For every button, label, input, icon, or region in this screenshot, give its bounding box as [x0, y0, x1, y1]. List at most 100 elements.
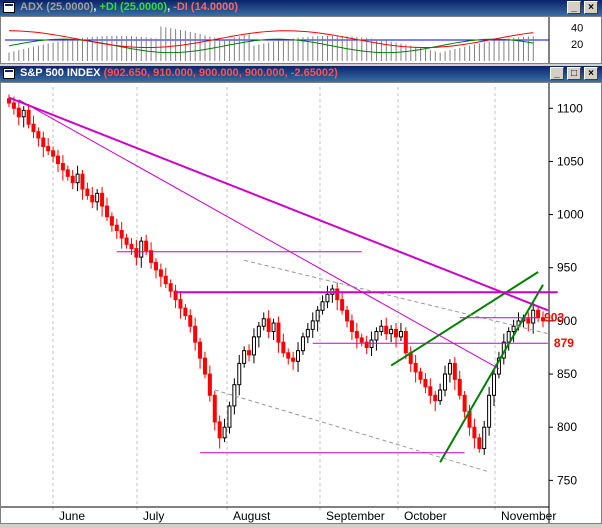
candle-body: [16, 107, 21, 118]
candle-body: [354, 331, 359, 339]
candle-body: [100, 192, 105, 207]
x-tick-label: June: [59, 509, 85, 523]
candle-body: [251, 336, 256, 356]
x-tick-label: August: [233, 509, 271, 523]
candle-body: [168, 283, 173, 292]
candle-body: [26, 109, 31, 125]
candle-body: [457, 378, 462, 396]
candle-body: [291, 357, 296, 362]
candle-body: [335, 288, 340, 301]
close-button[interactable]: ×: [584, 67, 598, 80]
trendline-wedge-upper: [390, 271, 539, 367]
candle-body: [315, 309, 320, 322]
candle-body: [482, 426, 487, 449]
channel-line: [244, 259, 549, 335]
candle-body: [492, 373, 497, 396]
indicator-tick-label: 20: [571, 39, 583, 51]
y-tick-label: 750: [557, 473, 577, 487]
candle-body: [374, 331, 379, 341]
candle-body: [261, 318, 266, 327]
candle-body: [296, 350, 301, 362]
candle-body: [526, 318, 531, 324]
candle-body: [389, 328, 394, 335]
candle-body: [340, 299, 345, 311]
candle-body: [119, 230, 124, 239]
candle-body: [183, 307, 188, 317]
chart-window-titlebar[interactable]: S&P 500 INDEX (902.650, 910.000, 900.000…: [0, 66, 602, 82]
candle-body: [149, 250, 154, 263]
candle-body: [114, 224, 119, 232]
candle-body: [51, 150, 56, 157]
key-level-label: 879: [554, 336, 574, 350]
window-icon: [3, 68, 15, 79]
restore-button[interactable]: □: [567, 67, 581, 80]
candle-body: [487, 394, 492, 428]
candle-body: [21, 109, 26, 118]
candle-body: [198, 341, 203, 359]
candle-body: [227, 405, 232, 428]
y-tick-label: 1100: [557, 101, 583, 115]
indicator-window-titlebar[interactable]: ADX (25.0000), +DI (25.0000), -DI (14.00…: [0, 0, 602, 16]
candle-body: [462, 394, 467, 412]
candle-body: [345, 309, 350, 322]
symbol-title: S&P 500 INDEX: [20, 67, 101, 79]
candle-body: [95, 192, 100, 203]
candle-body: [477, 437, 482, 449]
candle-body: [266, 318, 271, 333]
x-tick-label: November: [501, 509, 556, 523]
candle-body: [202, 357, 207, 375]
candle-body: [55, 155, 60, 165]
trendline-downtrend: [8, 96, 549, 312]
candle-body: [153, 261, 158, 271]
candle-body: [109, 216, 114, 226]
candle-body: [188, 315, 193, 327]
candle-body: [11, 102, 16, 109]
candle-body: [300, 336, 305, 352]
candle-body: [472, 426, 477, 439]
candle-body: [222, 426, 227, 439]
y-tick-label: 1050: [557, 154, 584, 168]
minimize-button[interactable]: _: [567, 1, 581, 14]
candle-body: [158, 269, 163, 277]
candle-body: [447, 362, 452, 375]
indicator-panel: 40 20: [0, 16, 602, 64]
candle-body: [85, 188, 90, 196]
candle-body: [163, 275, 168, 285]
candle-body: [144, 240, 149, 252]
candle-body: [7, 98, 11, 104]
candle-body: [271, 322, 276, 333]
x-tick-label: October: [404, 509, 447, 523]
candle-body: [349, 320, 354, 333]
x-tick-label: September: [326, 509, 385, 523]
candle-body: [41, 137, 46, 148]
candle-body: [452, 362, 457, 380]
candle-body: [536, 309, 541, 319]
ohlc-values: (902.650, 910.000, 900.000, 900.000, -2.…: [103, 67, 338, 79]
channel-line: [214, 389, 490, 473]
candle-body: [418, 371, 423, 380]
minus-di-title: -DI (14.0000): [173, 1, 239, 13]
candle-body: [276, 322, 281, 343]
y-tick-label: 850: [557, 367, 577, 381]
minimize-button[interactable]: _: [550, 67, 564, 80]
candle-body: [90, 194, 95, 203]
candle-body: [423, 378, 428, 388]
candle-body: [207, 373, 212, 396]
candle-body: [369, 339, 374, 348]
price-chart: June July August September October November 11…: [1, 83, 584, 523]
x-tick-label: July: [143, 509, 164, 523]
candle-body: [36, 131, 41, 139]
candle-body: [31, 123, 36, 133]
candle-body: [286, 352, 291, 359]
candle-body: [237, 362, 242, 386]
candle-body: [256, 325, 261, 338]
adx-title: ADX (25.0000): [20, 1, 94, 13]
candle-body: [403, 331, 408, 354]
candle-body: [281, 341, 286, 354]
candle-body: [320, 301, 325, 311]
candle-body: [217, 421, 222, 439]
candle-body: [531, 309, 536, 324]
candle-body: [428, 386, 433, 396]
close-button[interactable]: ×: [584, 1, 598, 14]
price-chart-panel: June July August September October November 11…: [0, 82, 602, 524]
